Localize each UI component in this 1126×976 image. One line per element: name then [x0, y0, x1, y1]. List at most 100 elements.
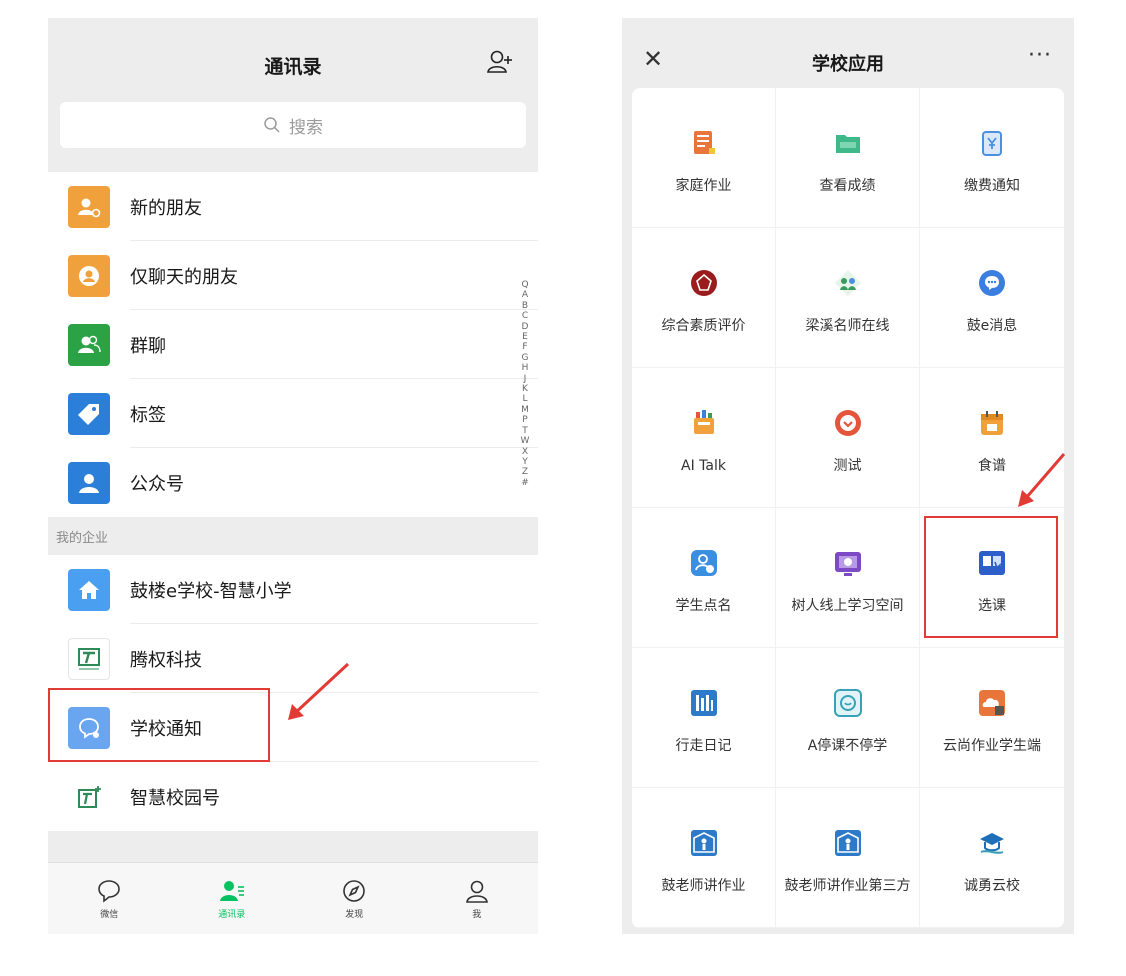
app-label: 云尚作业学生端 [943, 738, 1041, 754]
tab-label: 发现 [345, 909, 364, 920]
list-item-official-accounts[interactable]: 公众号 [48, 448, 538, 517]
contacts-screen: 通讯录 搜索 新的朋友 仅聊天的朋友 群聊 标签 公众号 我的企业 鼓楼e学校-… [48, 18, 538, 934]
search-input[interactable]: 搜索 [60, 102, 526, 148]
school-apps-nav-bar: ✕ 学校应用 ··· [622, 18, 1074, 98]
app-chengyong-cloud-school[interactable]: 诚勇云校 [920, 788, 1064, 928]
teacher-online-icon [833, 268, 863, 298]
alpha-letter[interactable]: Y [518, 457, 532, 467]
app-label: 查看成绩 [819, 178, 876, 194]
alpha-letter[interactable]: B [518, 301, 532, 311]
app-view-grades[interactable]: 查看成绩 [776, 88, 920, 228]
alphabet-index[interactable]: Q A B C D E F G H J K L M P T W X Y Z # [518, 280, 532, 488]
tab-contacts[interactable]: 通讯录 [171, 863, 294, 934]
online-study-icon [833, 548, 863, 578]
app-label: 测试 [833, 458, 862, 474]
app-homework[interactable]: 家庭作业 [632, 88, 776, 228]
app-teacher-explains[interactable]: 鼓老师讲作业 [632, 788, 776, 928]
app-liangxi-teachers[interactable]: 梁溪名师在线 [776, 228, 920, 368]
alpha-letter[interactable]: A [518, 290, 532, 300]
app-cloud-homework[interactable]: 云尚作业学生端 [920, 648, 1064, 788]
app-label: 行走日记 [675, 738, 732, 754]
alpha-letter[interactable]: C [518, 311, 532, 321]
list-item-tags[interactable]: 标签 [48, 379, 538, 448]
app-label: 鼓老师讲作业 [661, 878, 746, 894]
app-keep-learning[interactable]: A停课不停学 [776, 648, 920, 788]
group-chat-icon [68, 323, 110, 366]
highlight-box-school-notice [48, 688, 270, 762]
payment-icon [977, 128, 1007, 158]
alpha-letter[interactable]: T [518, 426, 532, 436]
tab-label: 我 [472, 909, 482, 920]
tab-chats[interactable]: 微信 [48, 863, 171, 934]
tab-discover[interactable]: 发现 [293, 863, 416, 934]
app-label: 诚勇云校 [964, 878, 1020, 894]
list-item-label: 腾权科技 [130, 649, 202, 671]
app-ai-talk[interactable]: AI Talk [632, 368, 776, 508]
contacts-icon [219, 880, 244, 901]
app-test[interactable]: 测试 [776, 368, 920, 508]
list-item-chat-only-friends[interactable]: 仅聊天的朋友 [48, 241, 538, 310]
app-teacher-explains-3rd[interactable]: 鼓老师讲作业第三方 [776, 788, 920, 928]
list-item-new-friends[interactable]: 新的朋友 [48, 172, 538, 241]
teacher-explain-icon [689, 828, 719, 858]
tengquan-logo-icon [68, 637, 110, 680]
list-item-label: 新的朋友 [130, 197, 202, 219]
app-label: 鼓老师讲作业第三方 [784, 878, 911, 894]
list-item-gulou-school[interactable]: 鼓楼e学校-智慧小学 [48, 555, 538, 624]
page-title: 学校应用 [812, 54, 884, 75]
app-quality-evaluation[interactable]: 综合素质评价 [632, 228, 776, 368]
list-item-group-chat[interactable]: 群聊 [48, 310, 538, 379]
app-gu-e-message[interactable]: 鼓e消息 [920, 228, 1064, 368]
app-grid: 家庭作业 查看成绩 缴费通知 综合素质评价 梁溪名师在线 鼓e消息 AI Tal… [632, 88, 1064, 928]
school-apps-screen: ✕ 学校应用 ··· 家庭作业 查看成绩 缴费通知 综合素质评价 梁溪名师在线 … [622, 18, 1074, 934]
bottom-tab-bar: 微信 通讯录 发现 我 [48, 862, 538, 934]
alpha-letter[interactable]: # [518, 478, 532, 488]
tag-icon [68, 392, 110, 435]
alpha-letter[interactable]: F [518, 342, 532, 352]
app-label: AI Talk [681, 458, 726, 474]
list-item-label: 智慧校园号 [130, 787, 220, 809]
homework-icon [689, 128, 719, 158]
list-item-smart-campus[interactable]: 智慧校园号 [48, 762, 538, 831]
app-label: 鼓e消息 [966, 318, 1018, 334]
alpha-letter[interactable]: Z [518, 467, 532, 477]
app-label: 梁溪名师在线 [805, 318, 890, 334]
quality-eval-icon [689, 268, 719, 298]
tab-me[interactable]: 我 [416, 863, 539, 934]
search-icon [264, 117, 280, 133]
alpha-letter[interactable]: W [518, 436, 532, 446]
list-item-label: 公众号 [130, 473, 184, 495]
add-friend-icon[interactable] [486, 48, 514, 76]
app-shuren-online-study[interactable]: 树人线上学习空间 [776, 508, 920, 648]
app-roll-call[interactable]: 学生点名 [632, 508, 776, 648]
contacts-nav-bar: 通讯录 [48, 18, 538, 104]
alpha-letter[interactable]: J [518, 374, 532, 384]
new-friend-icon [68, 185, 110, 228]
teacher-explain-3rd-icon [833, 828, 863, 858]
app-label: 缴费通知 [964, 178, 1020, 194]
highlight-box-course-selection [924, 516, 1058, 638]
alpha-letter[interactable]: X [518, 447, 532, 457]
alpha-letter[interactable]: L [518, 394, 532, 404]
alpha-letter[interactable]: P [518, 415, 532, 425]
alpha-letter[interactable]: E [518, 332, 532, 342]
cloud-school-icon [977, 828, 1007, 858]
alpha-letter[interactable]: H [518, 363, 532, 373]
app-walking-diary[interactable]: 行走日记 [632, 648, 776, 788]
keep-learning-icon [833, 688, 863, 718]
test-icon [833, 408, 863, 438]
app-payment-notice[interactable]: 缴费通知 [920, 88, 1064, 228]
official-account-icon [68, 461, 110, 504]
alpha-letter[interactable]: K [518, 384, 532, 394]
alpha-letter[interactable]: G [518, 353, 532, 363]
alpha-letter[interactable]: D [518, 322, 532, 332]
annotation-arrow-icon [1018, 453, 1066, 507]
app-label: 学生点名 [675, 598, 732, 614]
alpha-letter[interactable]: M [518, 405, 532, 415]
diary-icon [689, 688, 719, 718]
compass-icon [343, 879, 366, 902]
annotation-arrow-icon [288, 662, 350, 720]
alpha-letter[interactable]: Q [518, 280, 532, 290]
section-header-my-enterprise: 我的企业 [48, 517, 538, 555]
more-options-icon[interactable]: ··· [1024, 45, 1056, 72]
